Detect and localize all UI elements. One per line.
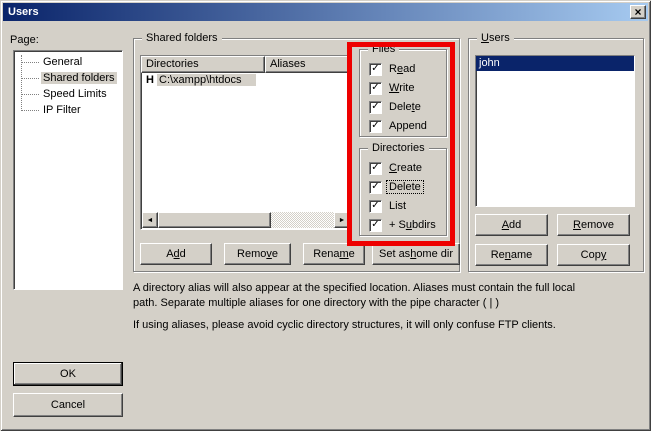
directories-list: Directories Aliases HC:\xampp\htdocs ◄ ► — [140, 55, 352, 230]
user-remove-button[interactable]: Remove — [557, 214, 630, 236]
delete-file-label: Delete — [387, 101, 423, 113]
page-item-ip-filter[interactable]: IP Filter — [14, 102, 122, 118]
close-icon: × — [634, 7, 641, 17]
delete-file-checkbox[interactable]: ✓ — [369, 101, 382, 114]
title-bar: Users × — [3, 3, 648, 21]
page-label: Page: — [10, 34, 39, 46]
read-label: Read — [387, 63, 417, 75]
delete-dir-label: Delete — [387, 181, 423, 193]
check-icon: ✓ — [371, 163, 379, 173]
create-checkbox[interactable]: ✓ — [369, 162, 382, 175]
read-checkbox[interactable]: ✓ — [369, 63, 382, 76]
users-group-label: Users — [477, 31, 514, 45]
list-label: List — [387, 200, 408, 212]
cyclic-warning-text: If using aliases, please avoid cyclic di… — [133, 318, 556, 333]
checkbox-row-append[interactable]: ✓ Append — [369, 119, 429, 133]
checkbox-row-write[interactable]: ✓ Write — [369, 81, 416, 95]
directory-row[interactable]: HC:\xampp\htdocs — [141, 73, 351, 89]
column-header-aliases[interactable]: Aliases — [265, 56, 351, 73]
scrollbar-thumb[interactable] — [158, 212, 271, 228]
subdirs-label: + Subdirs — [387, 219, 438, 231]
page-item-general[interactable]: General — [14, 54, 122, 70]
shared-folders-group-label: Shared folders — [142, 31, 222, 45]
files-group-label: Files — [368, 42, 399, 56]
horizontal-scrollbar[interactable]: ◄ ► — [142, 212, 350, 228]
directories-permissions-group: Directories ✓ Create ✓ Delete ✓ List ✓ +… — [359, 148, 447, 236]
write-checkbox[interactable]: ✓ — [369, 82, 382, 95]
files-permissions-group: Files ✓ Read ✓ Write ✓ Delete ✓ Append — [359, 49, 447, 137]
alias-help-text-line1: A directory alias will also appear at th… — [133, 281, 575, 296]
write-label: Write — [387, 82, 416, 94]
user-copy-button[interactable]: Copy — [557, 244, 630, 266]
check-icon: ✓ — [371, 121, 379, 131]
checkbox-row-list[interactable]: ✓ List — [369, 199, 408, 213]
users-dialog: Users × Page: General Shared folders Spe… — [0, 0, 651, 431]
scrollbar-track[interactable] — [158, 212, 334, 228]
users-list: john — [475, 55, 635, 207]
check-icon: ✓ — [371, 201, 379, 211]
subdirs-checkbox[interactable]: ✓ — [369, 219, 382, 232]
checkbox-row-delete-dir[interactable]: ✓ Delete — [369, 180, 423, 194]
alias-help-text-line2: path. Separate multiple aliases for one … — [133, 296, 499, 311]
folder-add-button[interactable]: Add — [140, 243, 212, 265]
check-icon: ✓ — [371, 64, 379, 74]
user-list-item[interactable]: john — [476, 56, 634, 71]
cancel-button[interactable]: Cancel — [13, 393, 123, 417]
scroll-left-button[interactable]: ◄ — [142, 212, 158, 228]
delete-dir-checkbox[interactable]: ✓ — [369, 181, 382, 194]
checkbox-row-create[interactable]: ✓ Create — [369, 161, 424, 175]
page-item-shared-folders[interactable]: Shared folders — [14, 70, 122, 86]
folder-rename-button[interactable]: Rename — [303, 243, 365, 265]
window-title: Users — [3, 6, 39, 18]
user-rename-button[interactable]: Rename — [475, 244, 548, 266]
arrow-right-icon: ► — [339, 217, 346, 224]
close-button[interactable]: × — [630, 5, 646, 19]
home-dir-marker: H — [146, 73, 157, 88]
scroll-right-button[interactable]: ► — [334, 212, 350, 228]
check-icon: ✓ — [371, 83, 379, 93]
user-add-button[interactable]: Add — [475, 214, 548, 236]
append-label: Append — [387, 120, 429, 132]
ok-button[interactable]: OK — [13, 362, 123, 386]
directories-group-label: Directories — [368, 141, 429, 155]
create-label: Create — [387, 162, 424, 174]
set-as-home-dir-button[interactable]: Set as home dir — [372, 243, 460, 265]
check-icon: ✓ — [371, 102, 379, 112]
page-item-speed-limits[interactable]: Speed Limits — [14, 86, 122, 102]
checkbox-row-read[interactable]: ✓ Read — [369, 62, 417, 76]
append-checkbox[interactable]: ✓ — [369, 120, 382, 133]
checkbox-row-subdirs[interactable]: ✓ + Subdirs — [369, 218, 438, 232]
arrow-left-icon: ◄ — [147, 217, 154, 224]
column-header-directories[interactable]: Directories — [141, 56, 265, 73]
directory-path: C:\xampp\htdocs — [157, 74, 256, 86]
check-icon: ✓ — [371, 182, 379, 192]
page-list: General Shared folders Speed Limits IP F… — [13, 50, 123, 290]
list-checkbox[interactable]: ✓ — [369, 200, 382, 213]
check-icon: ✓ — [371, 220, 379, 230]
folder-remove-button[interactable]: Remove — [224, 243, 291, 265]
checkbox-row-delete-file[interactable]: ✓ Delete — [369, 100, 423, 114]
directories-list-header: Directories Aliases — [141, 56, 351, 73]
